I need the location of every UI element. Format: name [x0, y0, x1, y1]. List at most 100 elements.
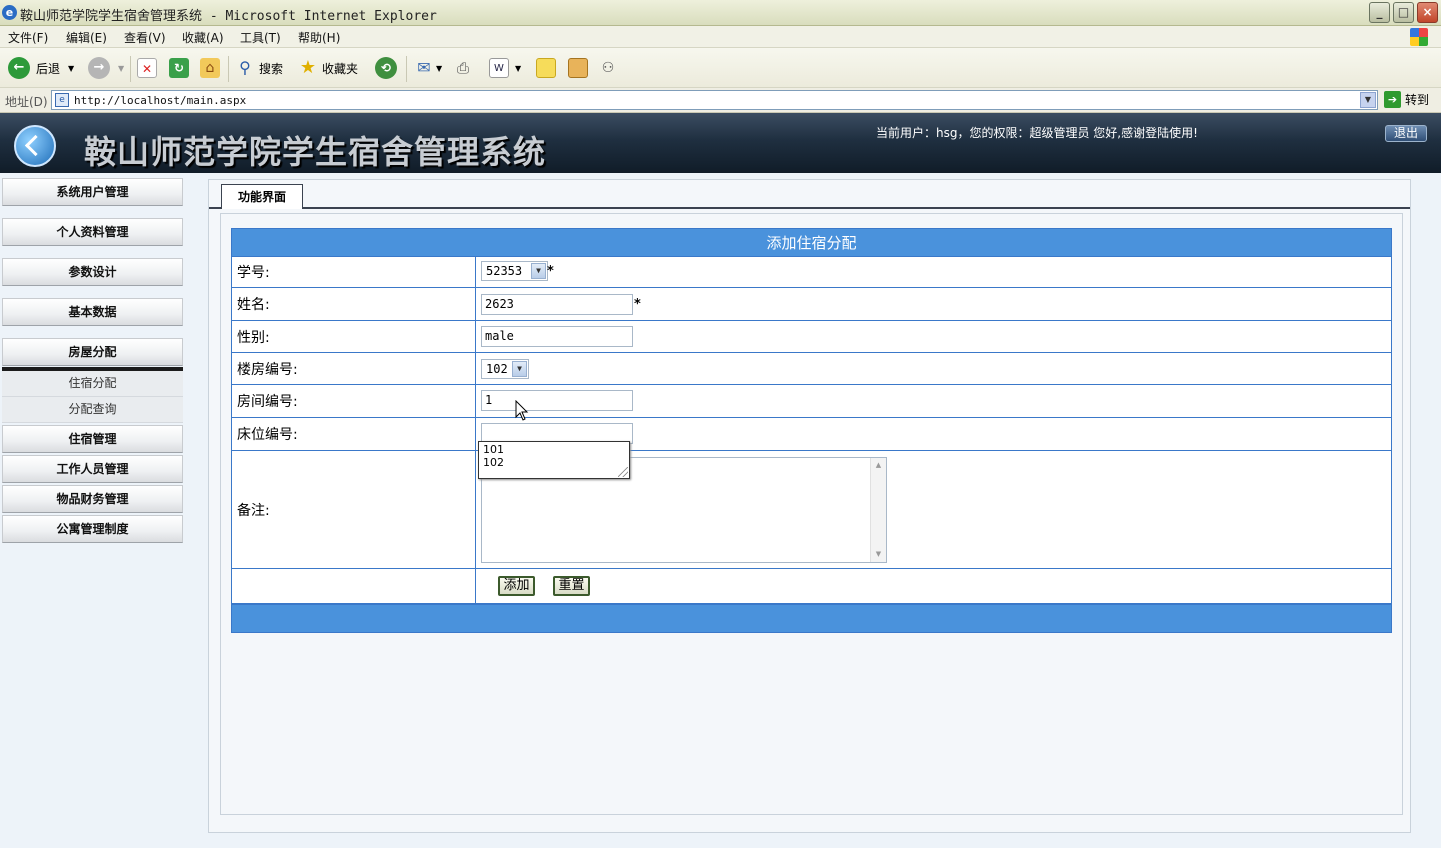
book-icon: [568, 58, 588, 78]
form-footer: [231, 604, 1392, 633]
search-label: 搜索: [259, 61, 284, 76]
room-cell: 1: [477, 385, 1391, 417]
student-id-label: 学号:: [232, 257, 476, 287]
print-button[interactable]: ⎙: [453, 56, 473, 80]
add-button[interactable]: 添加: [498, 576, 535, 596]
sidebar-item-finance-management[interactable]: 物品财务管理: [2, 485, 183, 513]
app-header: 鞍山师范学院学生宿舍管理系统 当前用户：hsg，您的权限：超级管理员 您好,感谢…: [0, 113, 1441, 173]
go-label: 转到: [1405, 93, 1430, 107]
address-label: 地址(D): [5, 95, 48, 109]
sidebar-item-lodging-management[interactable]: 住宿管理: [2, 425, 183, 453]
chevron-down-icon: ▼: [436, 63, 443, 73]
form-row-student-id: 学号: 52353 ▼ *: [231, 257, 1392, 288]
logout-button[interactable]: 退出: [1385, 125, 1427, 142]
remark-scrollbar[interactable]: ▲ ▼: [870, 458, 886, 562]
sidebar-subitem-allocation-query[interactable]: 分配查询: [2, 397, 183, 423]
menu-help[interactable]: 帮助(H): [298, 29, 340, 46]
main-panel: 功能界面 添加住宿分配 学号: 52353 ▼ * 姓名: 2623 * 性别:…: [208, 179, 1411, 833]
notes-button[interactable]: [536, 56, 556, 80]
chevron-down-icon: ▼: [68, 63, 75, 73]
toolbar-divider: [228, 56, 229, 82]
minimize-button[interactable]: _: [1369, 2, 1390, 23]
bed-label: 床位编号:: [232, 418, 476, 450]
menu-tools[interactable]: 工具(T): [240, 29, 281, 46]
form-row-remark: 备注: ▲ ▼: [231, 451, 1392, 569]
autocomplete-list: 101 102: [478, 441, 630, 479]
sidebar-subitem-lodging-allocation[interactable]: 住宿分配: [2, 371, 183, 397]
title-bar: e 鞍山师范学院学生宿舍管理系统 - Microsoft Internet Ex…: [0, 0, 1441, 26]
messenger-button[interactable]: ⚇: [598, 56, 618, 80]
home-icon: ⌂: [200, 58, 220, 78]
name-label: 姓名:: [232, 288, 476, 320]
address-dropdown-button[interactable]: ▼: [1360, 92, 1376, 108]
menu-view[interactable]: 查看(V): [124, 29, 166, 46]
close-button[interactable]: ×: [1417, 2, 1438, 23]
go-button[interactable]: ➔ 转到: [1384, 91, 1429, 108]
student-id-select[interactable]: 52353 ▼: [481, 261, 548, 281]
chevron-down-icon: ▼: [512, 361, 527, 377]
form-title: 添加住宿分配: [231, 228, 1392, 257]
chevron-down-icon: ▼: [118, 63, 125, 73]
history-button[interactable]: ⟲: [375, 56, 397, 80]
allocation-form: 添加住宿分配 学号: 52353 ▼ * 姓名: 2623 * 性别: male…: [231, 228, 1392, 634]
name-cell: 2623 *: [477, 288, 1391, 320]
sidebar-item-room-allocation[interactable]: 房屋分配: [2, 338, 183, 366]
word-icon: W: [489, 58, 509, 78]
sidebar-item-system-users[interactable]: 系统用户管理: [2, 178, 183, 206]
gender-input[interactable]: male: [481, 326, 633, 347]
back-label: 后退: [36, 61, 61, 76]
edit-button[interactable]: W ▼: [489, 56, 521, 80]
room-label: 房间编号:: [232, 385, 476, 417]
logo-icon: [14, 125, 56, 167]
scroll-down-icon[interactable]: ▼: [872, 548, 885, 561]
print-icon: ⎙: [456, 59, 469, 77]
sidebar-item-parameters[interactable]: 参数设计: [2, 258, 183, 286]
name-input[interactable]: 2623: [481, 294, 633, 315]
tab-function[interactable]: 功能界面: [221, 184, 303, 209]
forward-button[interactable]: → ▼: [88, 56, 124, 80]
autocomplete-option[interactable]: 101: [483, 443, 629, 456]
sidebar-item-apartment-rules[interactable]: 公寓管理制度: [2, 515, 183, 543]
required-mark: *: [634, 297, 641, 312]
ie-window: e 鞍山师范学院学生宿舍管理系统 - Microsoft Internet Ex…: [0, 0, 1441, 848]
favorites-button[interactable]: ★ 收藏夹: [298, 56, 358, 80]
sidebar-item-profile[interactable]: 个人资料管理: [2, 218, 183, 246]
people-icon: ⚇: [601, 60, 615, 76]
form-row-building: 楼房编号: 102 ▼: [231, 353, 1392, 385]
required-mark: *: [547, 264, 554, 279]
sidebar-item-basic-data[interactable]: 基本数据: [2, 298, 183, 326]
menu-edit[interactable]: 编辑(E): [66, 29, 107, 46]
room-input[interactable]: 1: [481, 390, 633, 411]
system-name: 鞍山师范学院学生宿舍管理系统: [84, 133, 547, 171]
refresh-button[interactable]: ↻: [169, 56, 189, 80]
mail-button[interactable]: ✉ ▼: [414, 56, 442, 80]
research-button[interactable]: [568, 56, 588, 80]
address-url: http://localhost/main.aspx: [74, 94, 247, 107]
forward-arrow-icon: →: [88, 57, 110, 79]
home-button[interactable]: ⌂: [200, 56, 220, 80]
search-button[interactable]: ⚲ 搜索: [235, 56, 283, 80]
maximize-button[interactable]: □: [1393, 2, 1414, 23]
stop-button[interactable]: ✕: [137, 56, 157, 80]
stop-icon: ✕: [137, 58, 157, 78]
sidebar: 系统用户管理 个人资料管理 参数设计 基本数据 房屋分配 住宿分配 分配查询 住…: [0, 178, 184, 848]
ie-icon: e: [2, 5, 17, 20]
autocomplete-option[interactable]: 102: [483, 456, 629, 469]
scroll-up-icon[interactable]: ▲: [872, 459, 885, 472]
form-row-bed: 床位编号:: [231, 418, 1392, 451]
form-row-actions: 添加 重置: [231, 569, 1392, 604]
favorites-label: 收藏夹: [322, 61, 359, 76]
star-icon: ★: [299, 57, 317, 78]
building-select[interactable]: 102 ▼: [481, 359, 529, 379]
sidebar-item-staff-management[interactable]: 工作人员管理: [2, 455, 183, 483]
building-value: 102: [486, 362, 508, 376]
search-icon: ⚲: [239, 58, 251, 77]
tab-underline: [209, 207, 1410, 209]
student-id-cell: 52353 ▼ *: [477, 257, 1391, 287]
address-input[interactable]: e http://localhost/main.aspx ▼: [51, 90, 1378, 110]
resize-grip-icon[interactable]: [618, 467, 628, 477]
menu-file[interactable]: 文件(F): [8, 29, 48, 46]
menu-favorites[interactable]: 收藏(A): [182, 29, 224, 46]
back-button[interactable]: ← 后退 ▼: [8, 56, 74, 80]
reset-button[interactable]: 重置: [553, 576, 590, 596]
